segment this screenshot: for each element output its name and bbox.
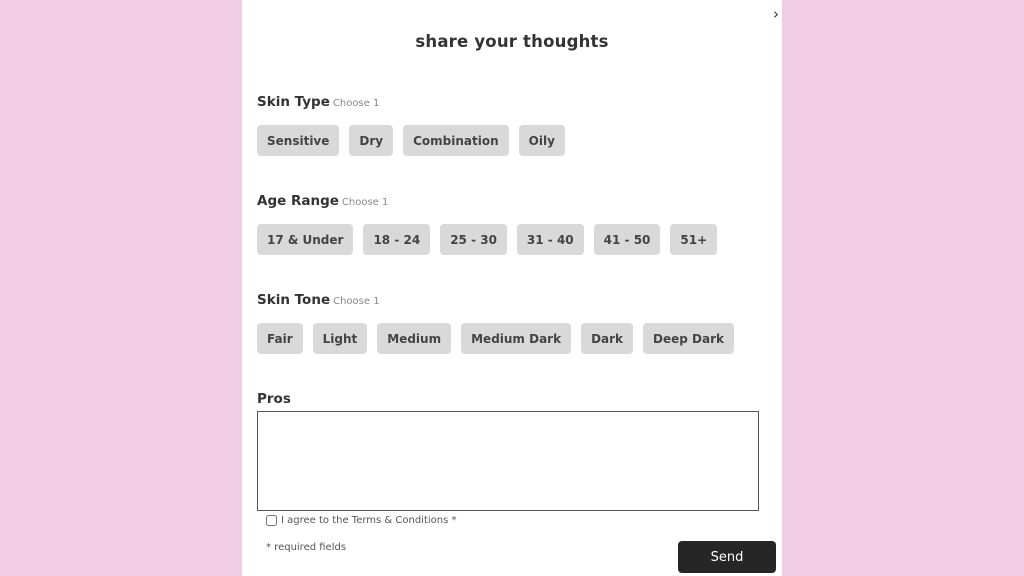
skin-tone-option[interactable]: Medium Dark: [461, 323, 572, 354]
pros-textarea[interactable]: [257, 411, 759, 511]
skin-type-heading: Skin Type: [257, 94, 330, 110]
age-range-option[interactable]: 41 - 50: [593, 224, 661, 255]
age-range-option[interactable]: 18 - 24: [363, 224, 431, 255]
skin-tone-option[interactable]: Dark: [581, 323, 634, 354]
skin-type-hint: Choose 1: [332, 98, 380, 109]
age-range-label: Age Range Choose 1: [257, 193, 388, 209]
terms-checkbox[interactable]: [266, 515, 277, 526]
age-range-hint: Choose 1: [341, 197, 389, 208]
terms-agreement[interactable]: I agree to the Terms & Conditions *: [266, 515, 457, 526]
skin-type-option[interactable]: Oily: [518, 125, 565, 156]
age-range-options: 17 & Under 18 - 24 25 - 30 31 - 40 41 - …: [257, 224, 718, 255]
age-range-option[interactable]: 25 - 30: [440, 224, 507, 255]
modal-title: share your thoughts: [415, 32, 609, 51]
age-range-option[interactable]: 51+: [670, 224, 718, 255]
close-chevron-icon[interactable]: ›: [773, 4, 779, 24]
skin-type-option[interactable]: Dry: [349, 125, 394, 156]
skin-type-label: Skin Type Choose 1: [257, 94, 379, 110]
required-fields-note: * required fields: [266, 542, 347, 553]
skin-tone-option[interactable]: Deep Dark: [643, 323, 735, 354]
skin-tone-label: Skin Tone Choose 1: [257, 292, 380, 308]
skin-tone-option[interactable]: Fair: [257, 323, 303, 354]
skin-tone-option[interactable]: Light: [312, 323, 368, 354]
age-range-option[interactable]: 31 - 40: [516, 224, 584, 255]
skin-tone-heading: Skin Tone: [257, 292, 331, 308]
terms-label: I agree to the Terms & Conditions *: [281, 515, 457, 526]
skin-type-option[interactable]: Sensitive: [257, 125, 340, 156]
review-modal: › share your thoughts Skin Type Choose 1 …: [242, 0, 782, 576]
skin-tone-hint: Choose 1: [333, 296, 380, 307]
age-range-heading: Age Range: [257, 193, 339, 209]
pros-label: Pros: [257, 391, 291, 407]
skin-type-option[interactable]: Combination: [403, 125, 509, 156]
skin-tone-options: Fair Light Medium Medium Dark Dark Deep …: [257, 323, 735, 354]
skin-tone-option[interactable]: Medium: [377, 323, 452, 354]
skin-type-options: Sensitive Dry Combination Oily: [257, 125, 565, 156]
send-button[interactable]: Send: [678, 541, 776, 573]
age-range-option[interactable]: 17 & Under: [257, 224, 354, 255]
